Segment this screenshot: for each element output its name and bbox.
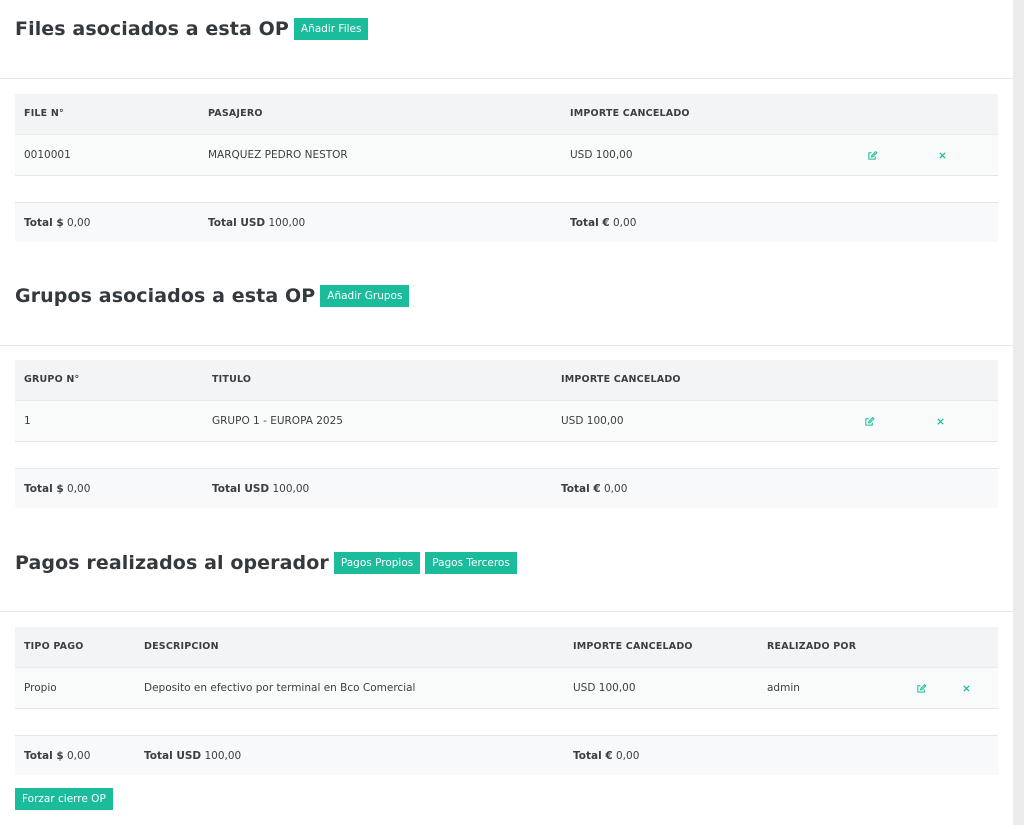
- made-by: admin: [767, 682, 800, 694]
- payment-description: Deposito en efectivo por terminal en Bco…: [144, 682, 416, 694]
- divider: [0, 78, 1013, 79]
- column-header: REALIZADO POR: [767, 641, 857, 652]
- table-header: GRUPO N° TITULO IMPORTE CANCELADO: [15, 360, 998, 400]
- total-usd-label: Total USD: [212, 483, 270, 495]
- column-header: TITULO: [212, 374, 252, 385]
- totals-row: Total $ 0,00 Total USD 100,00 Total € 0,…: [15, 202, 998, 242]
- total-eur-label: Total €: [561, 483, 601, 495]
- total-eur-label: Total €: [573, 750, 613, 762]
- total-usd-value: 100,00: [204, 750, 242, 762]
- total-ars-label: Total $: [24, 217, 64, 229]
- table-header: FILE N° PASAJERO IMPORTE CANCELADO: [15, 94, 998, 134]
- payments-section-title: Pagos realizados al operador: [15, 552, 329, 574]
- total-eur-value: 0,00: [604, 483, 628, 495]
- column-header: IMPORTE CANCELADO: [561, 374, 681, 385]
- total-usd-label: Total USD: [144, 750, 202, 762]
- add-files-button[interactable]: Añadir Files: [293, 18, 369, 40]
- table-header: TIPO PAGO DESCRIPCION IMPORTE CANCELADO …: [15, 627, 998, 667]
- total-usd-label: Total USD: [208, 217, 266, 229]
- close-icon[interactable]: [938, 151, 947, 160]
- column-header: PASAJERO: [208, 108, 263, 119]
- group-number: 1: [24, 415, 31, 427]
- own-payments-button[interactable]: Pagos Propios: [333, 552, 421, 574]
- totals-row: Total $ 0,00 Total USD 100,00 Total € 0,…: [15, 468, 998, 508]
- payment-type: Propio: [24, 682, 57, 694]
- total-eur-label: Total €: [570, 217, 610, 229]
- totals-row: Total $ 0,00 Total USD 100,00 Total € 0,…: [15, 735, 998, 775]
- groups-section-header: Grupos asociados a esta OP Añadir Grupos: [15, 285, 410, 307]
- divider: [0, 345, 1013, 346]
- files-section-header: Files asociados a esta OP Añadir Files: [15, 18, 369, 40]
- passenger-name: MARQUEZ PEDRO NESTOR: [208, 149, 348, 161]
- total-eur-value: 0,00: [613, 217, 637, 229]
- edit-icon[interactable]: [864, 416, 875, 427]
- total-usd-value: 100,00: [268, 217, 306, 229]
- total-ars-value: 0,00: [67, 750, 91, 762]
- table-row: 1 GRUPO 1 - EUROPA 2025 USD 100,00: [15, 400, 998, 442]
- column-header: FILE N°: [24, 108, 64, 119]
- amount-paid: USD 100,00: [573, 682, 636, 694]
- total-ars-value: 0,00: [67, 483, 91, 495]
- edit-icon[interactable]: [916, 683, 927, 694]
- table-row: Propio Deposito en efectivo por terminal…: [15, 667, 998, 709]
- amount-paid: USD 100,00: [570, 149, 633, 161]
- column-header: IMPORTE CANCELADO: [573, 641, 693, 652]
- total-eur-value: 0,00: [616, 750, 640, 762]
- column-header: DESCRIPCION: [144, 641, 219, 652]
- column-header: IMPORTE CANCELADO: [570, 108, 690, 119]
- close-icon[interactable]: [962, 684, 971, 693]
- close-icon[interactable]: [936, 417, 945, 426]
- third-party-payments-button[interactable]: Pagos Terceros: [425, 552, 517, 574]
- total-usd-value: 100,00: [272, 483, 310, 495]
- amount-paid: USD 100,00: [561, 415, 624, 427]
- total-ars-label: Total $: [24, 483, 64, 495]
- group-title: GRUPO 1 - EUROPA 2025: [212, 415, 343, 427]
- payments-section-header: Pagos realizados al operador Pagos Propi…: [15, 552, 517, 574]
- files-section-title: Files asociados a esta OP: [15, 18, 289, 40]
- force-close-op-button[interactable]: Forzar cierre OP: [15, 788, 113, 810]
- file-number: 0010001: [24, 149, 71, 161]
- vertical-scrollbar[interactable]: [1013, 0, 1024, 825]
- column-header: TIPO PAGO: [24, 641, 84, 652]
- total-ars-label: Total $: [24, 750, 64, 762]
- groups-section-title: Grupos asociados a esta OP: [15, 285, 316, 307]
- total-ars-value: 0,00: [67, 217, 91, 229]
- edit-icon[interactable]: [867, 150, 878, 161]
- column-header: GRUPO N°: [24, 374, 80, 385]
- table-row: 0010001 MARQUEZ PEDRO NESTOR USD 100,00: [15, 134, 998, 176]
- add-groups-button[interactable]: Añadir Grupos: [320, 285, 410, 307]
- main-content: Files asociados a esta OP Añadir Files F…: [0, 0, 1013, 825]
- divider: [0, 611, 1013, 612]
